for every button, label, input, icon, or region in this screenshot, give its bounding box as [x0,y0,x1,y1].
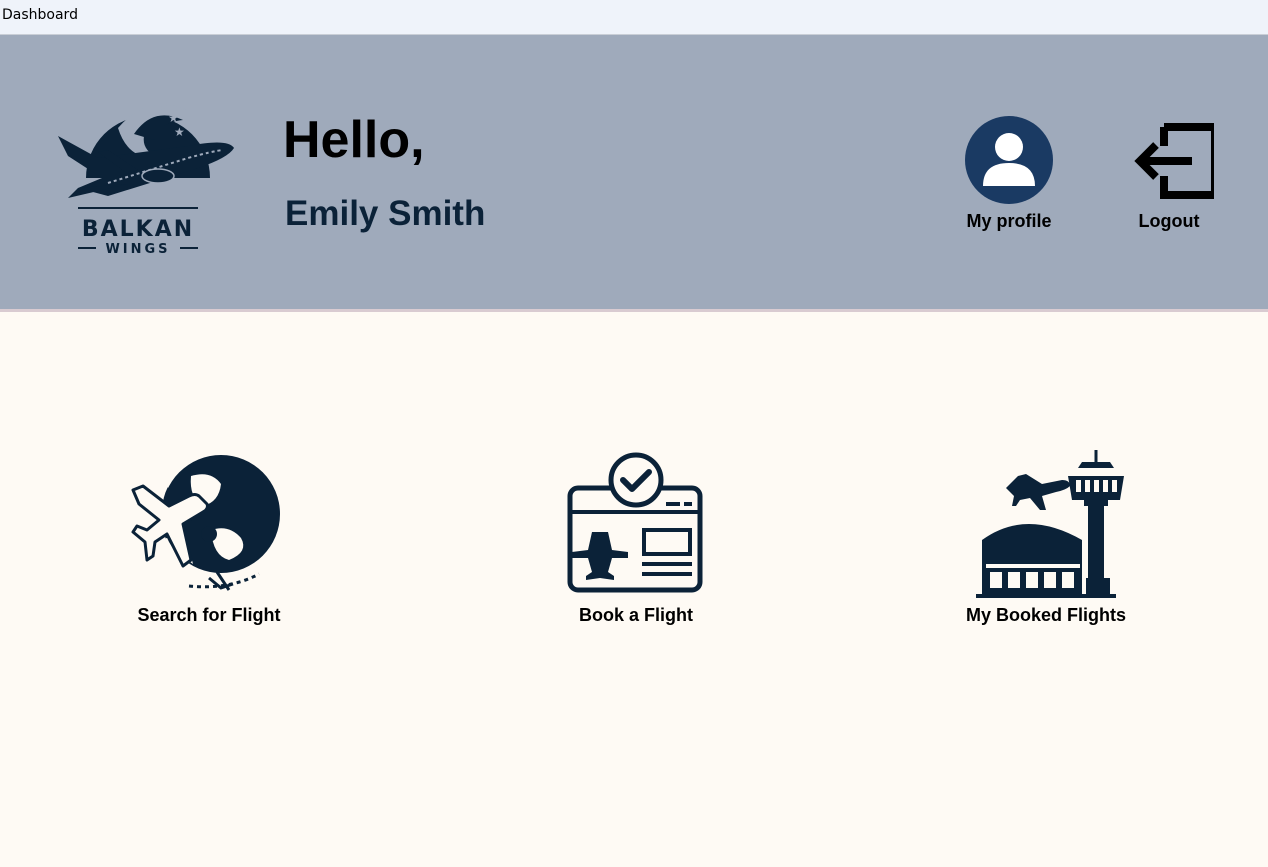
boarding-pass-check-icon [567,452,703,593]
logout-icon [1134,123,1214,199]
window-titlebar: Dashboard [0,0,1268,35]
globe-plane-icon [131,455,280,591]
search-flight-label: Search for Flight [137,605,281,625]
user-avatar-icon [965,116,1053,204]
book-flight-label: Book a Flight [579,605,693,625]
my-booked-flights-label: My Booked Flights [965,605,1126,625]
user-name: Emily Smith [285,194,486,233]
logout-button[interactable]: Logout [1110,114,1228,240]
search-flight-tile[interactable]: Search for Flight [79,448,339,638]
logo-icon: ★ ★ ★ BALKAN WINGS [58,99,234,257]
logo-brand-line2: WINGS [105,242,170,257]
svg-text:★: ★ [174,125,185,139]
balkan-wings-logo: ★ ★ ★ BALKAN WINGS [38,88,238,258]
greeting-text: Hello, [283,111,425,169]
logout-label: Logout [1138,211,1200,231]
book-flight-tile[interactable]: Book a Flight [506,448,766,638]
logo-brand-line1: BALKAN [82,217,194,242]
my-booked-flights-tile[interactable]: My Booked Flights [916,448,1176,638]
window-title: Dashboard [2,7,78,23]
header-divider [0,309,1268,312]
my-profile-label: My profile [966,211,1052,231]
svg-text:★: ★ [168,111,179,125]
airport-tower-icon [976,450,1124,598]
my-profile-button[interactable]: My profile [950,114,1068,240]
